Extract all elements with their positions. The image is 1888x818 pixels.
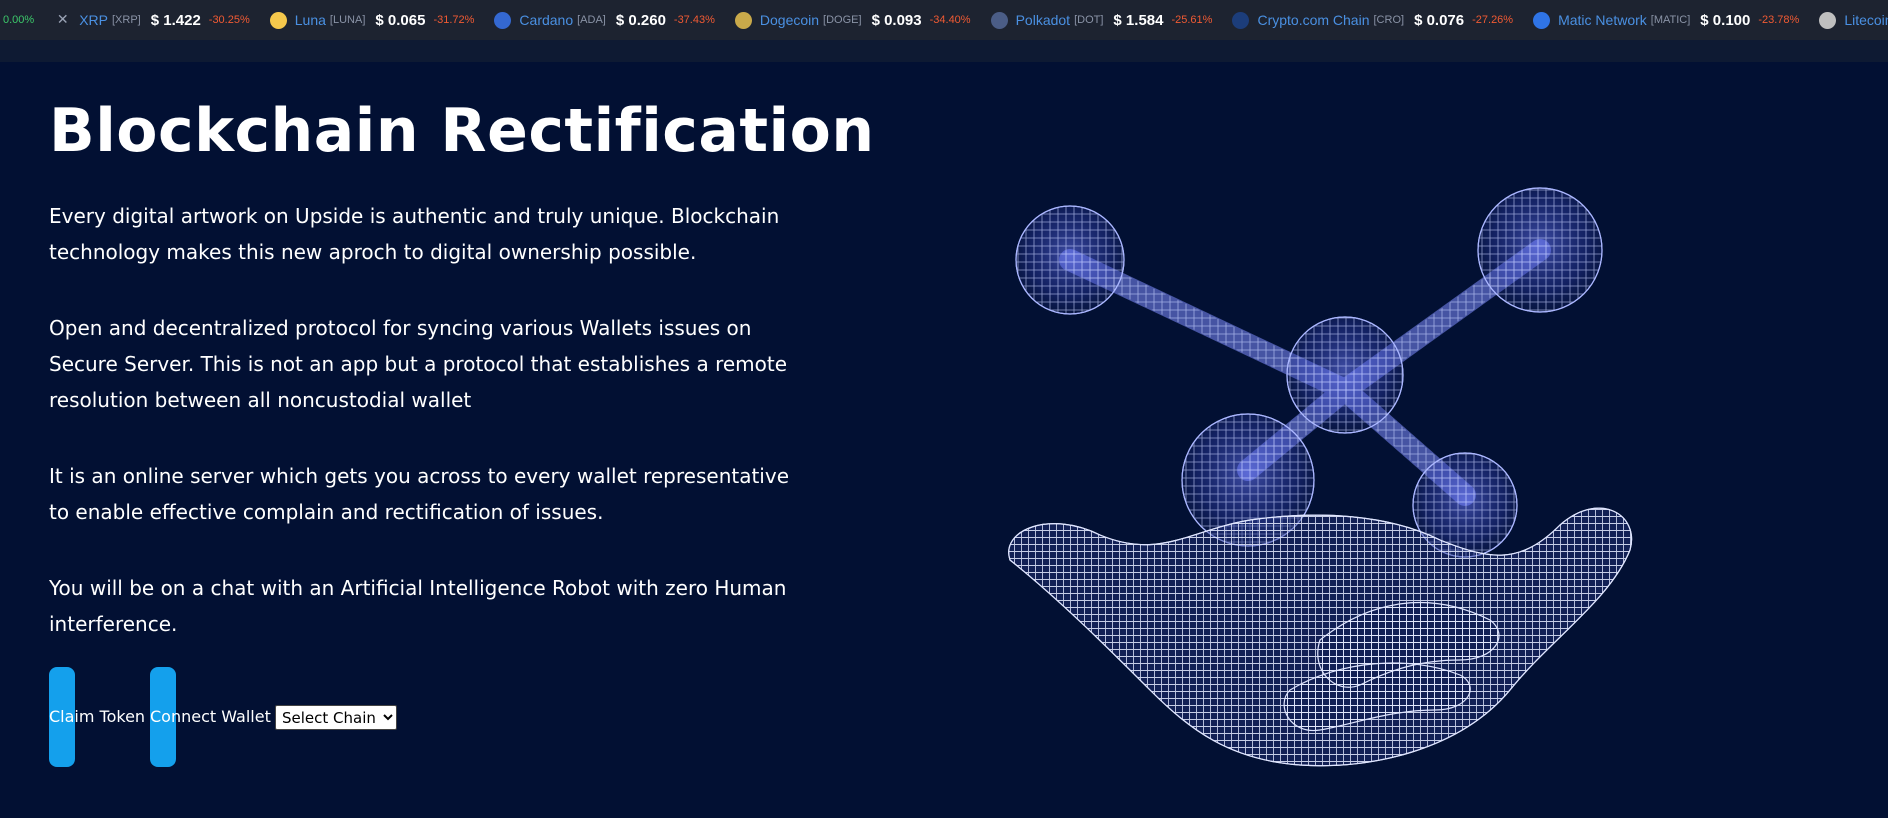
- ticker-coin-price: $ 1.584: [1113, 11, 1164, 29]
- ticker-coin-symbol: [DOGE]: [823, 14, 862, 26]
- polkadot-coin-icon: [990, 11, 1008, 29]
- litecoin-coin-icon: [1819, 11, 1837, 29]
- ticker-track: 0.00% ✕ XRP [XRP] $ 1.422 -30.25% Luna [LUNA] $…: [0, 0, 1888, 40]
- ticker-coin-symbol: [XRP]: [112, 14, 141, 26]
- ticker-coin-price: $ 0.100: [1700, 11, 1751, 29]
- ticker-item[interactable]: Luna [LUNA] $ 0.065 -31.72%: [269, 0, 475, 40]
- ticker-coin-name: Cardano: [519, 12, 574, 28]
- hero-paragraph-1: Every digital artwork on Upside is authe…: [49, 204, 780, 264]
- ticker-coin-name: Litecoin: [1844, 12, 1888, 28]
- ticker-coin-price: $ 0.076: [1414, 11, 1465, 29]
- ticker-coin-price: $ 0.260: [615, 11, 666, 29]
- ticker-coin-change: -27.26%: [1472, 14, 1514, 26]
- page-title: Blockchain Rectification: [49, 96, 875, 166]
- ticker-coin-symbol: [DOT]: [1074, 14, 1104, 26]
- ticker-item[interactable]: Matic Network [MATIC] $ 0.100 -23.78%: [1533, 0, 1799, 40]
- close-icon: ✕: [56, 12, 69, 28]
- ticker-coin-name: Luna: [294, 12, 326, 28]
- cardano-coin-icon: [494, 11, 512, 29]
- ticker-coin-name: Dogecoin: [759, 12, 820, 28]
- ticker-coin-name: XRP: [79, 12, 108, 28]
- dogecoin-coin-icon: [734, 11, 752, 29]
- ticker-underbar: [0, 40, 1888, 62]
- hero-paragraph-2: Open and decentralized protocol for sync…: [49, 316, 788, 412]
- ticker-item[interactable]: Dogecoin [DOGE] $ 0.093 -34.40%: [734, 0, 971, 40]
- ticker-coin-symbol: [ADA]: [577, 14, 606, 26]
- ticker-item[interactable]: Crypto.com Chain [CRO] $ 0.076 -27.26%: [1232, 0, 1513, 40]
- ticker-coin-name: Matic Network: [1558, 12, 1647, 28]
- ticker-coin-symbol: [LUNA]: [329, 14, 366, 26]
- ticker-item[interactable]: Cardano [ADA] $ 0.260 -37.43%: [494, 0, 715, 40]
- hero-paragraph-4: You will be on a chat with an Artificial…: [49, 576, 787, 636]
- ticker-item[interactable]: Litecoin[LTC]$ 55.45-3: [1819, 0, 1888, 40]
- ticker-coin-change: -30.25%: [208, 14, 250, 26]
- select-chain-dropdown[interactable]: Select Chain: [275, 705, 397, 730]
- ticker-coin-change: -34.40%: [929, 14, 971, 26]
- ticker-coin-price: $ 0.065: [375, 11, 426, 29]
- ticker-coin-change: -23.78%: [1758, 14, 1800, 26]
- cro-coin-icon: [1232, 11, 1250, 29]
- luna-coin-icon: [269, 11, 287, 29]
- hero-paragraph-3: It is an online server which gets you ac…: [49, 464, 789, 524]
- ticker-item[interactable]: ✕ XRP [XRP] $ 1.422 -30.25%: [54, 0, 250, 40]
- ticker-lead-change: 0.00%: [3, 14, 35, 26]
- ticker-coin-price: $ 0.093: [871, 11, 922, 29]
- ticker-coin-price: $ 1.422: [150, 11, 201, 29]
- ticker-coin-name: Polkadot: [1015, 12, 1071, 28]
- crypto-price-ticker: 0.00% ✕ XRP [XRP] $ 1.422 -30.25% Luna [LUNA] $…: [0, 0, 1888, 40]
- wireframe-hand-molecule-illustration: [1008, 187, 1633, 767]
- connect-wallet-label[interactable]: Connect Wallet: [150, 707, 271, 726]
- ticker-coin-symbol: [CRO]: [1373, 14, 1405, 26]
- ticker-coin-change: -25.61%: [1171, 14, 1213, 26]
- ticker-coin-symbol: [MATIC]: [1650, 14, 1691, 26]
- ticker-coin-change: -37.43%: [673, 14, 715, 26]
- claim-token-label[interactable]: Claim Token: [49, 707, 145, 726]
- matic-coin-icon: [1533, 11, 1551, 29]
- ticker-coin-name: Crypto.com Chain: [1257, 12, 1370, 28]
- ticker-item[interactable]: Polkadot [DOT] $ 1.584 -25.61%: [990, 0, 1213, 40]
- ticker-coin-change: -31.72%: [433, 14, 475, 26]
